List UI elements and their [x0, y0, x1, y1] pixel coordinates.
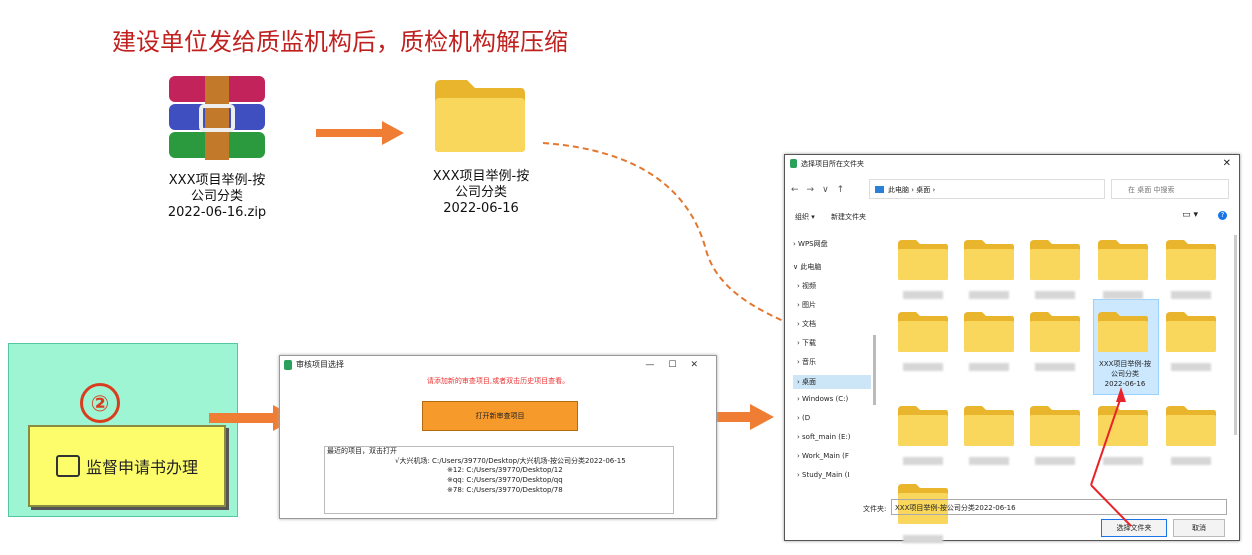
project-select-window: 审核项目选择 —☐✕ 请添加新的审查项目,或者双击历史项目查看。 打开新审查项目… — [279, 355, 717, 519]
window-title: 审核项目选择 — [296, 360, 344, 369]
folder-picker-dialog: 选择项目所在文件夹 ✕ ←→∨↑ 此电脑 › 桌面 › 在 桌面 中搜索 组织 … — [784, 154, 1240, 543]
app-icon — [284, 360, 292, 370]
supervision-application-button[interactable]: 监督申请书办理 — [28, 425, 226, 507]
window-titlebar: 审核项目选择 —☐✕ — [280, 356, 716, 374]
open-new-project-button[interactable]: 打开新审查项目 — [422, 401, 578, 431]
list-item[interactable]: ※qq: C:/Users/39770/Desktop/qq — [447, 476, 563, 484]
list-item[interactable]: √大兴机场: C:/Users/39770/Desktop/大兴机场-按公司分类… — [395, 456, 626, 466]
recent-projects-list: 最近的项目，双击打开 √大兴机场: C:/Users/39770/Desktop… — [324, 446, 674, 514]
recent-header: 最近的项目，双击打开 — [327, 447, 397, 455]
list-item[interactable]: ※78: C:/Users/39770/Desktop/78 — [447, 486, 563, 494]
supervision-application-label: 监督申请书办理 — [85, 458, 198, 477]
list-item[interactable]: ※12: C:/Users/39770/Desktop/12 — [447, 466, 563, 474]
red-annotation-arrows — [1090, 387, 1132, 527]
instruction-message: 请添加新的审查项目,或者双击历史项目查看。 — [426, 377, 570, 385]
image-icon — [55, 455, 80, 477]
step-number-badge: ② — [80, 383, 120, 423]
window-controls[interactable]: —☐✕ — [645, 356, 712, 374]
